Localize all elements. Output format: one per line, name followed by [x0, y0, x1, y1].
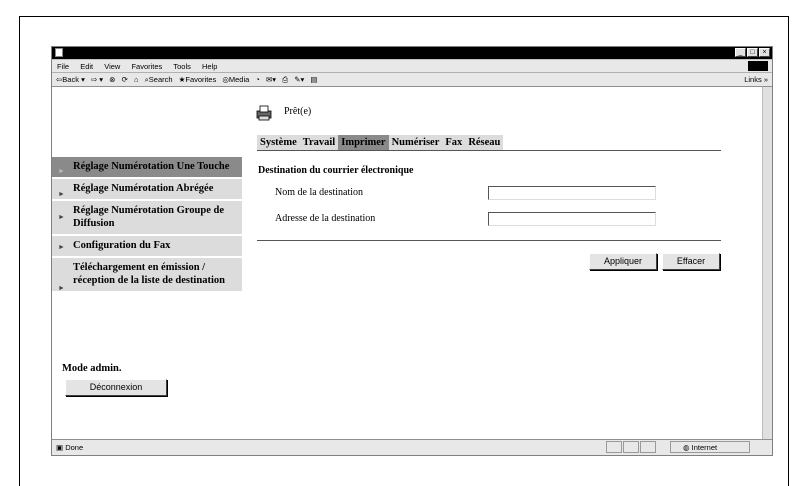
discuss-icon[interactable]: ▤ — [310, 75, 317, 84]
tab-systeme[interactable]: Système — [257, 135, 300, 150]
tab-imprimer[interactable]: Imprimer — [338, 135, 389, 150]
page-icon: ▣ — [56, 443, 64, 452]
main-tabs: Système Travail Imprimer Numériser Fax R… — [257, 135, 504, 150]
favorites-label: Favorites — [185, 75, 217, 84]
destination-name-label: Nom de la destination — [275, 187, 364, 198]
nav-item-une-touche[interactable]: ► Réglage Numérotation Une Touche — [52, 157, 242, 179]
logout-button[interactable]: Déconnexion — [65, 379, 167, 396]
media-button[interactable]: ◎Media — [222, 75, 249, 84]
minimize-button[interactable]: _ — [735, 48, 746, 57]
apply-button[interactable]: Appliquer — [589, 253, 657, 270]
tab-numeriser[interactable]: Numériser — [388, 135, 443, 150]
chevron-right-icon: ► — [58, 213, 65, 221]
tab-fax[interactable]: Fax — [442, 135, 466, 150]
menu-favorites[interactable]: Favorites — [131, 62, 162, 71]
menu-tools[interactable]: Tools — [173, 62, 191, 71]
menu-file[interactable]: File — [57, 62, 69, 71]
print-icon[interactable]: ⎙ — [282, 75, 288, 84]
windows-logo-icon — [748, 61, 768, 71]
chevron-right-icon: ► — [58, 243, 65, 251]
nav-item-label: Configuration du Fax — [73, 240, 171, 251]
nav-item-label: Réglage Numérotation Une Touche — [73, 161, 230, 172]
edit-icon[interactable]: ✎▾ — [294, 75, 304, 84]
chevron-right-icon: ► — [58, 190, 65, 198]
destination-name-input[interactable] — [488, 186, 656, 200]
nav-item-groupe-diffusion[interactable]: ► Réglage Numérotation Groupe de Diffusi… — [52, 201, 242, 236]
nav-item-label: Réglage Numérotation Abrégée — [73, 183, 214, 194]
nav-item-telechargement[interactable]: ► Téléchargement en émission / réception… — [52, 258, 242, 293]
zone-label: Internet — [691, 443, 718, 452]
clear-button[interactable]: Effacer — [662, 253, 720, 270]
close-button[interactable]: × — [759, 48, 770, 57]
menu-edit[interactable]: Edit — [80, 62, 93, 71]
back-button[interactable]: ⇦Back ▾ — [56, 75, 85, 84]
destination-address-input[interactable] — [488, 212, 656, 226]
ie-app-icon — [55, 48, 63, 57]
chevron-right-icon: ► — [58, 167, 65, 175]
home-icon[interactable]: ⌂ — [134, 75, 139, 84]
favorites-button[interactable]: ★Favorites — [179, 75, 217, 84]
refresh-icon[interactable]: ⟳ — [122, 75, 128, 84]
security-zone: ◍ Internet — [670, 441, 750, 453]
history-icon[interactable]: ◔ — [255, 75, 260, 84]
menu-view[interactable]: View — [104, 62, 120, 71]
stop-icon[interactable]: ⊗ — [109, 75, 115, 84]
admin-mode-label: Mode admin. — [62, 363, 122, 374]
section-title: Destination du courrier électronique — [258, 165, 414, 176]
nav-item-configuration-fax[interactable]: ► Configuration du Fax — [52, 236, 242, 258]
status-text: ▣ Done — [56, 440, 83, 455]
status-done-label: Done — [65, 443, 84, 452]
chevron-right-icon: ► — [58, 284, 65, 292]
tabs-divider — [257, 150, 721, 151]
status-pane — [640, 441, 656, 453]
menu-help[interactable]: Help — [202, 62, 217, 71]
search-label: Search — [148, 75, 173, 84]
page-content: Prêt(e) Système Travail Imprimer Numéris… — [52, 87, 772, 439]
maximize-button[interactable]: □ — [747, 48, 758, 57]
status-bar: ▣ Done ◍ Internet — [52, 439, 772, 455]
tab-travail[interactable]: Travail — [299, 135, 339, 150]
status-pane — [623, 441, 639, 453]
nav-item-label: Téléchargement en émission / réception d… — [73, 262, 225, 286]
vertical-scrollbar[interactable] — [762, 87, 772, 439]
back-label: Back — [62, 75, 79, 84]
links-label: Links — [744, 75, 762, 84]
nav-item-label: Réglage Numérotation Groupe de Diffusion — [73, 205, 224, 229]
destination-address-label: Adresse de la destination — [275, 213, 376, 224]
media-label: Media — [228, 75, 250, 84]
search-button[interactable]: ⌕Search — [145, 75, 173, 84]
browser-window: _ □ × File Edit View Favorites Tools Hel… — [51, 46, 773, 456]
printer-status: Prêt(e) — [284, 106, 312, 117]
toolbar: ⇦Back ▾ ⇨ ▾ ⊗ ⟳ ⌂ ⌕Search ★Favorites ◎Me… — [52, 73, 772, 87]
nav-item-abregee[interactable]: ► Réglage Numérotation Abrégée — [52, 179, 242, 201]
globe-icon: ◍ — [683, 443, 690, 452]
title-bar: _ □ × — [52, 47, 772, 59]
printer-icon — [256, 105, 272, 121]
mail-icon[interactable]: ✉▾ — [266, 75, 276, 84]
left-nav: ► Réglage Numérotation Une Touche ► Régl… — [52, 157, 242, 293]
forward-button[interactable]: ⇨ ▾ — [91, 75, 103, 84]
links-button[interactable]: Links » — [744, 73, 768, 87]
form-divider — [257, 240, 721, 241]
status-pane — [606, 441, 622, 453]
tab-reseau[interactable]: Réseau — [465, 135, 504, 150]
menu-bar: File Edit View Favorites Tools Help — [52, 60, 772, 73]
